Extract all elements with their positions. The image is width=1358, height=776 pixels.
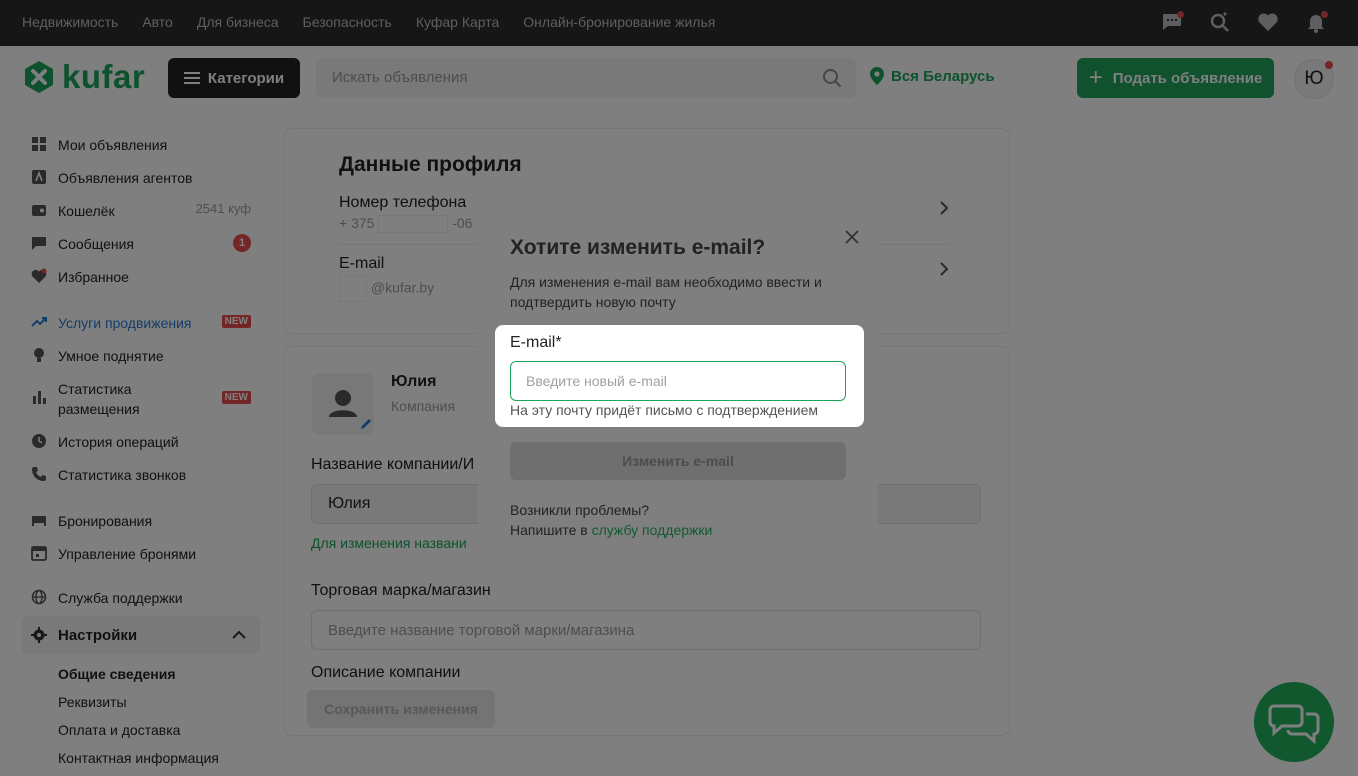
close-icon[interactable] (844, 229, 860, 245)
problem-text: Возникли проблемы? (510, 502, 650, 518)
write-text: Напишите в (510, 522, 592, 538)
email-field-label: E-mail* (510, 334, 562, 351)
support-link[interactable]: службу поддержки (592, 522, 713, 538)
modal-description: Для изменения e-mail вам необходимо ввес… (510, 274, 822, 310)
change-email-button[interactable]: Изменить e-mail (510, 442, 846, 480)
change-email-modal: Хотите изменить e-mail? Для изменения e-… (478, 211, 878, 573)
email-field-group: E-mail* На эту почту придёт письмо с под… (495, 325, 864, 427)
support-line: Напишите в службу поддержки (510, 522, 712, 538)
email-field-caption: На эту почту придёт письмо с подтвержден… (510, 402, 818, 418)
new-email-input[interactable] (510, 361, 846, 401)
modal-title: Хотите изменить e-mail? (510, 236, 766, 259)
